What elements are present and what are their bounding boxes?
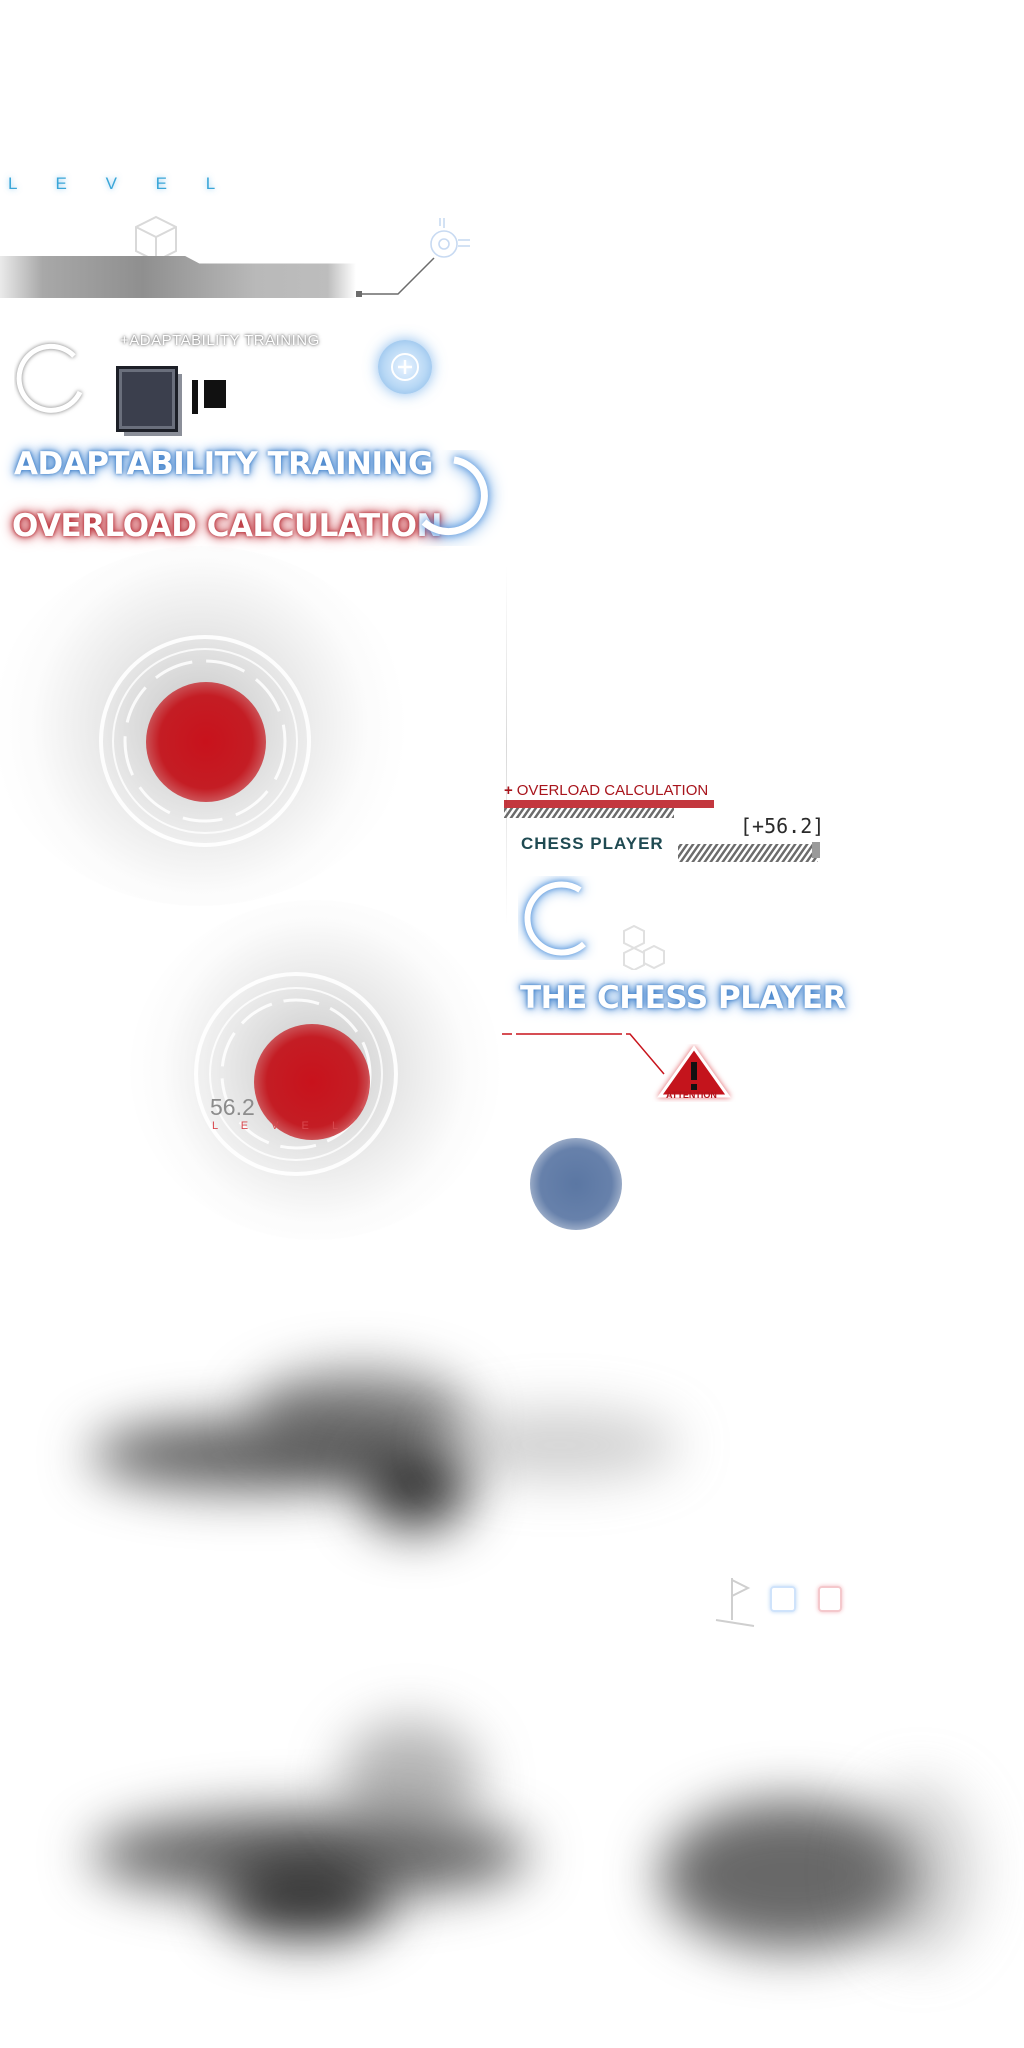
adaptability-small-label: +ADAPTABILITY TRAINING: [120, 332, 320, 349]
square-icon: [116, 366, 178, 432]
level-progress-bar: [0, 256, 356, 298]
level-label: L E V E L: [8, 174, 233, 193]
bars-icon: [192, 380, 226, 414]
plus-icon: [391, 353, 419, 381]
chess-player-title: THE CHESS PLAYER: [520, 980, 846, 1016]
hatch-bar: [504, 800, 714, 818]
plus-button[interactable]: [378, 340, 432, 394]
alert-connector-line: [502, 1033, 665, 1075]
blue-arc-ring: [421, 456, 488, 536]
plus-mark: +: [120, 332, 130, 349]
smoke-brush-upper: [0, 1270, 720, 1630]
cube-stack-icon: [623, 924, 665, 970]
small-arc-ring: [16, 343, 83, 413]
red-orb-secondary: [130, 900, 500, 1240]
hatch-bar: [678, 842, 820, 862]
red-square-icon[interactable]: [818, 1586, 842, 1612]
level-value-label: L E V E L: [212, 1120, 349, 1132]
overload-title: OVERLOAD CALCULATION: [12, 508, 442, 544]
overload-tag: + OVERLOAD CALCULATION: [504, 782, 708, 799]
blue-square-icon[interactable]: [770, 1586, 796, 1612]
chess-player-label: CHESS PLAYER: [521, 834, 664, 853]
attention-label: ATTENTION: [666, 1090, 717, 1100]
smoke-brush-lower: [0, 1660, 1000, 2020]
overload-tag-text: OVERLOAD CALCULATION: [516, 782, 709, 799]
flag-icon[interactable]: [712, 1572, 758, 1628]
plus-mark: +: [504, 782, 513, 799]
red-orb-primary: [0, 546, 410, 906]
chess-player-value: [+56.2]: [740, 814, 825, 838]
mid-arc-ring: [524, 881, 586, 956]
adaptability-title: ADAPTABILITY TRAINING: [14, 446, 433, 482]
blue-dot: [530, 1138, 622, 1230]
level-value: 56.2: [210, 1094, 255, 1120]
crosshair-icon: [430, 218, 470, 258]
divider: [506, 566, 507, 926]
adaptability-small-text: ADAPTABILITY TRAINING: [129, 332, 320, 349]
